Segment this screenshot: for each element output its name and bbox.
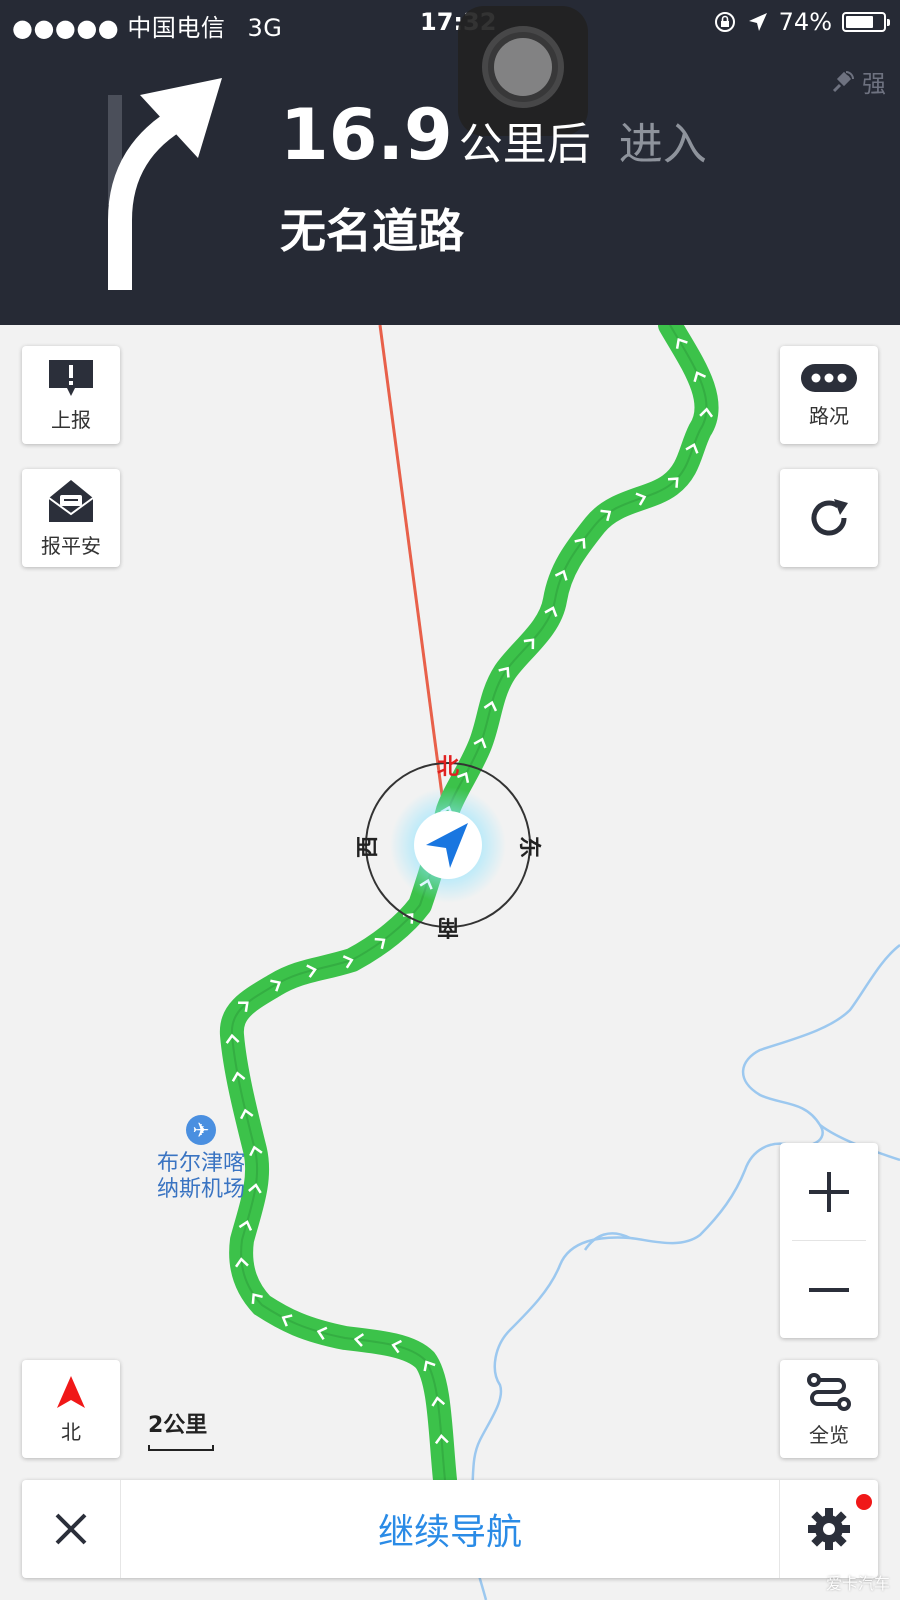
status-right-group: 74% — [713, 8, 890, 36]
gps-strength-label: 强 — [862, 70, 886, 98]
battery-level-fill — [846, 16, 873, 28]
minus-icon — [809, 1287, 849, 1292]
envelope-icon — [48, 479, 94, 522]
heading-line — [378, 325, 446, 811]
map-canvas — [219, 325, 900, 1600]
safe-report-label: 报平安 — [41, 533, 101, 558]
route-path — [219, 325, 719, 1492]
zoom-control — [780, 1143, 878, 1338]
map-scale-label: 2公里 — [148, 1413, 208, 1438]
distance-unit: 公里后 — [458, 119, 591, 170]
status-carrier-group: ●●●●● 中国电信 3G — [12, 8, 282, 43]
overview-button[interactable]: 全览 — [780, 1360, 878, 1458]
map-scale-bar — [148, 1445, 214, 1451]
navigation-header: ●●●●● 中国电信 3G 17:32 74% 强 16.9 公里后 进入 无名… — [0, 0, 900, 325]
poi-name-line2: 纳斯机场 — [156, 1177, 245, 1202]
refresh-button[interactable] — [780, 469, 878, 567]
watermark: 爱卡汽车 — [825, 1574, 890, 1593]
distance-value: 16.9 — [280, 94, 453, 176]
safe-report-button[interactable]: 报平安 — [22, 469, 120, 567]
gps-signal-indicator: 强 — [830, 64, 886, 99]
assistive-touch-dot — [494, 38, 552, 96]
zoom-out-button[interactable] — [780, 1241, 878, 1338]
close-icon — [55, 1513, 87, 1545]
report-button[interactable]: 上报 — [22, 346, 120, 444]
north-up-button[interactable]: 北 — [22, 1360, 120, 1458]
traffic-label: 路况 — [809, 403, 849, 428]
rotation-lock-icon — [714, 12, 735, 32]
guidance-distance-line: 16.9 公里后 进入 — [280, 100, 707, 172]
refresh-icon — [811, 499, 848, 536]
compass-south-label: 南 — [437, 914, 460, 939]
location-arrow-icon — [748, 13, 767, 31]
route-overview-icon — [807, 1372, 851, 1411]
zoom-in-button[interactable] — [780, 1143, 878, 1240]
report-label: 上报 — [51, 407, 91, 432]
network-type: 3G — [247, 14, 283, 42]
poi-airport[interactable]: ✈ 布尔津喀 纳斯机场 — [146, 1115, 256, 1203]
battery-tip — [887, 19, 890, 26]
compass-east-label: 东 — [516, 835, 542, 859]
settings-button[interactable] — [779, 1480, 878, 1578]
map-view[interactable]: 北 南 东 西 — [0, 325, 900, 1600]
guidance-action: 进入 — [618, 119, 707, 170]
notification-dot — [856, 1494, 872, 1510]
traffic-button[interactable]: 路况 — [780, 346, 878, 444]
overview-label: 全览 — [809, 1422, 849, 1447]
status-bar: ●●●●● 中国电信 3G 17:32 74% — [0, 0, 900, 44]
battery-icon — [842, 12, 890, 32]
road-name: 无名道路 — [280, 204, 464, 258]
battery-percent: 74% — [778, 8, 832, 36]
compass-west-label: 西 — [356, 835, 382, 859]
compass-north-label: 北 — [437, 755, 460, 780]
continue-navigation-button[interactable]: 继续导航 — [121, 1480, 779, 1578]
carrier-name: 中国电信 — [127, 14, 226, 42]
turn-right-arrow-icon — [108, 78, 222, 290]
signal-dots: ●●●●● — [12, 14, 120, 42]
gear-icon — [808, 1508, 850, 1550]
poi-name-line1: 布尔津喀 — [156, 1151, 245, 1176]
plus-icon — [809, 1171, 849, 1212]
bottom-action-bar: 继续导航 — [22, 1480, 878, 1578]
north-arrow-icon — [57, 1375, 85, 1408]
satellite-icon — [832, 70, 854, 92]
exclamation-bubble-icon — [49, 359, 93, 396]
exit-navigation-button[interactable] — [22, 1480, 121, 1578]
airport-icon: ✈ — [186, 1115, 216, 1145]
traffic-dots-icon — [801, 363, 857, 392]
north-label: 北 — [61, 1419, 81, 1444]
